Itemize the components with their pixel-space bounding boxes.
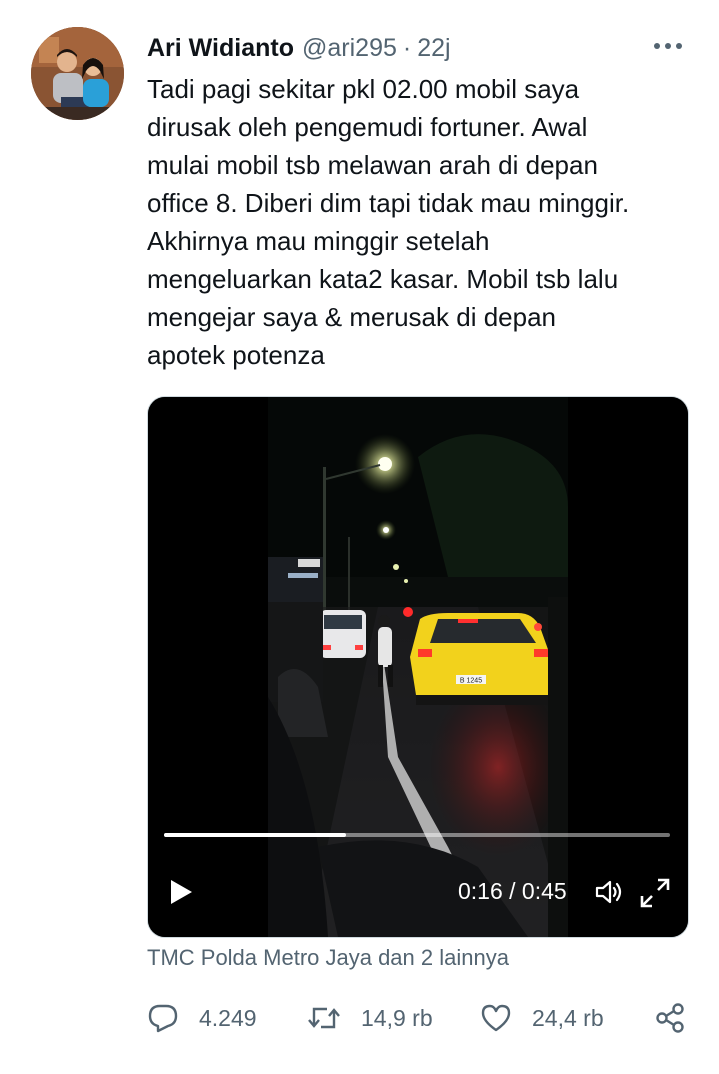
play-button[interactable] [166, 877, 196, 907]
volume-icon [595, 880, 622, 904]
reply-icon [148, 1004, 178, 1033]
reply-count: 4.249 [199, 1004, 257, 1031]
play-icon [171, 880, 192, 904]
video-player[interactable]: B 1245 0:16 / 0:45 [147, 396, 689, 938]
more-options-button[interactable] [651, 32, 685, 60]
retweet-count: 14,9 rb [361, 1004, 433, 1031]
video-progress-fill [164, 833, 347, 837]
fullscreen-icon [640, 878, 670, 908]
video-time: 0:16 / 0:45 [458, 878, 567, 904]
video-progress-bar[interactable] [164, 833, 670, 837]
volume-button[interactable] [595, 878, 625, 906]
share-icon [656, 1003, 684, 1033]
tagged-users-link[interactable]: TMC Polda Metro Jaya dan 2 lainnya [147, 945, 509, 971]
more-horizontal-icon [654, 43, 682, 49]
like-button[interactable]: 24,4 rb [480, 998, 604, 1038]
like-count: 24,4 rb [532, 1004, 604, 1031]
share-button[interactable] [654, 998, 706, 1038]
fullscreen-button[interactable] [638, 876, 672, 910]
tweet-actions-bar: 4.249 14,9 rb 24,4 rb [147, 998, 692, 1038]
retweet-icon [308, 1007, 340, 1029]
tweet-header: Ari Widianto @ari295 · 22j [147, 30, 451, 66]
reply-button[interactable]: 4.249 [147, 998, 257, 1038]
tweet-text: Tadi pagi sekitar pkl 02.00 mobil saya d… [147, 74, 630, 370]
separator-dot: · [402, 33, 412, 62]
tweet-timestamp[interactable]: 22j [417, 34, 450, 63]
avatar-photo [31, 27, 124, 120]
author-avatar[interactable] [31, 27, 124, 120]
retweet-button[interactable]: 14,9 rb [307, 998, 433, 1038]
license-plate: B 1245 [460, 678, 482, 685]
video-frame: B 1245 [148, 397, 688, 937]
author-name[interactable]: Ari Widianto [147, 34, 294, 63]
author-handle[interactable]: @ari295 [302, 34, 397, 63]
heart-icon [481, 1004, 511, 1032]
